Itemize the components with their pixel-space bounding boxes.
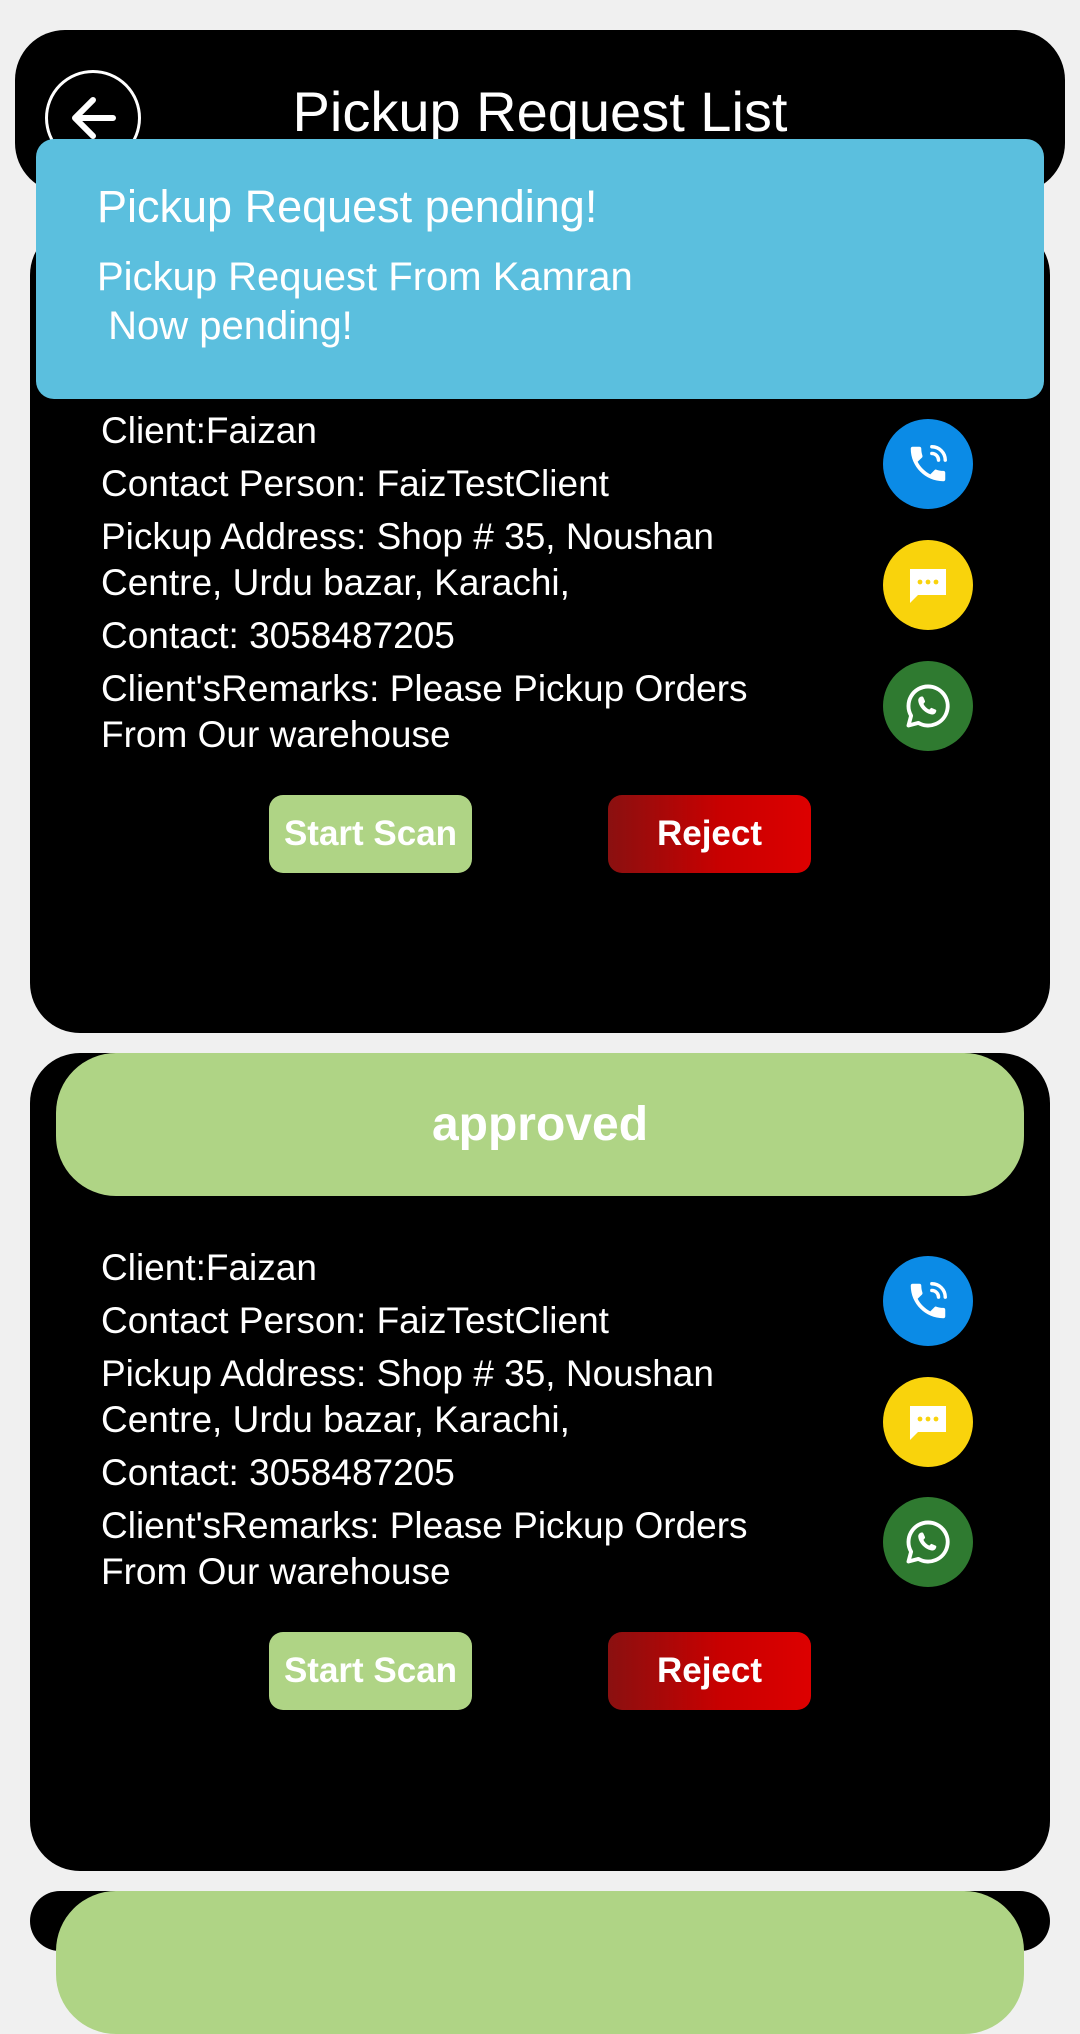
- contact-number: Contact: 3058487205: [101, 1452, 455, 1493]
- notification-toast[interactable]: Pickup Request pending! Pickup Request F…: [36, 139, 1044, 399]
- whatsapp-button[interactable]: [883, 661, 973, 751]
- phone-icon: [910, 445, 947, 482]
- start-scan-button[interactable]: Start Scan: [269, 795, 472, 873]
- message-icon: [910, 1406, 946, 1440]
- pickup-request-card: [30, 1891, 1050, 2034]
- request-details: Client:Faizan Contact Person: FaizTestCl…: [101, 1245, 801, 1602]
- message-icon: [910, 569, 946, 603]
- call-button[interactable]: [883, 1256, 973, 1346]
- pickup-request-card: approved Client:Faizan Contact Person: F…: [30, 1053, 1050, 1871]
- client-name: Client:Faizan: [101, 410, 317, 451]
- page-title: Pickup Request List: [292, 80, 788, 143]
- call-button[interactable]: [883, 419, 973, 509]
- contact-person: Contact Person: FaizTestClient: [101, 463, 609, 504]
- whatsapp-icon: [906, 684, 950, 728]
- whatsapp-icon: [906, 1520, 950, 1564]
- phone-icon: [910, 1282, 947, 1319]
- status-badge: [56, 1891, 1024, 2034]
- client-remarks: Client'sRemarks: Please Pickup Orders Fr…: [101, 668, 748, 755]
- pickup-address: Pickup Address: Shop # 35, Noushan Centr…: [101, 516, 714, 603]
- pickup-address: Pickup Address: Shop # 35, Noushan Centr…: [101, 1353, 714, 1440]
- reject-button[interactable]: Reject: [608, 1632, 811, 1710]
- reject-button[interactable]: Reject: [608, 795, 811, 873]
- start-scan-button[interactable]: Start Scan: [269, 1632, 472, 1710]
- message-button[interactable]: [883, 540, 973, 630]
- client-name: Client:Faizan: [101, 1247, 317, 1288]
- client-remarks: Client'sRemarks: Please Pickup Orders Fr…: [101, 1505, 748, 1592]
- toast-message: Pickup Request From Kamran Now pending!: [97, 255, 633, 348]
- message-button[interactable]: [883, 1377, 973, 1467]
- contact-person: Contact Person: FaizTestClient: [101, 1300, 609, 1341]
- contact-number: Contact: 3058487205: [101, 615, 455, 656]
- request-details: Client:Faizan Contact Person: FaizTestCl…: [101, 408, 801, 765]
- toast-title: Pickup Request pending!: [97, 181, 598, 232]
- whatsapp-button[interactable]: [883, 1497, 973, 1587]
- status-badge: approved: [56, 1053, 1024, 1196]
